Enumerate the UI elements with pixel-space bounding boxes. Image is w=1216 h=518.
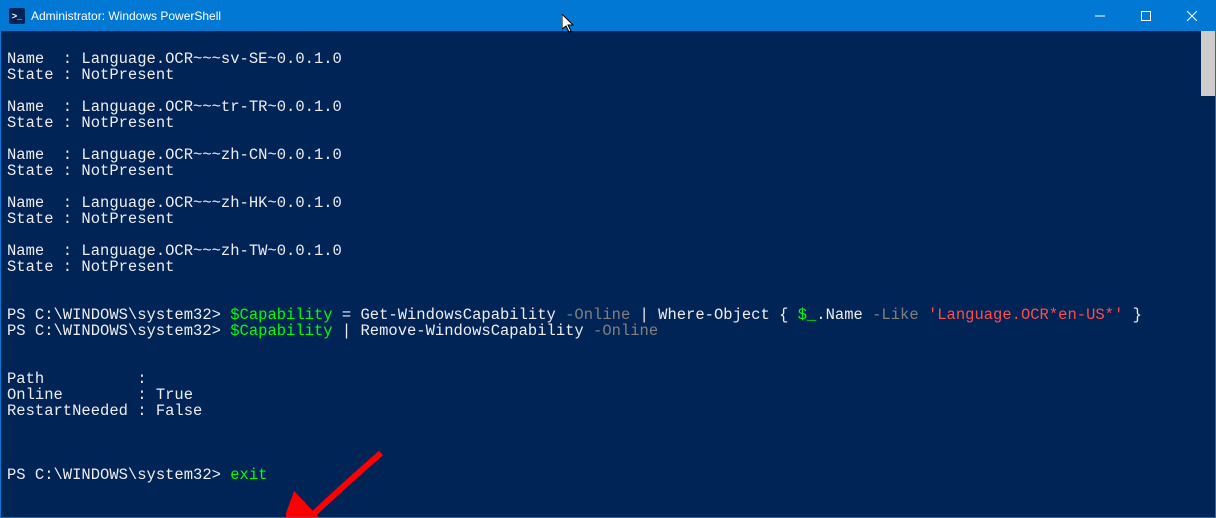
titlebar-left: >_ Administrator: Windows PowerShell [9,8,221,24]
titlebar[interactable]: >_ Administrator: Windows PowerShell [1,1,1215,31]
window-controls [1077,1,1215,31]
window-title: Administrator: Windows PowerShell [31,9,221,23]
powershell-window: >_ Administrator: Windows PowerShell Nam… [0,0,1216,518]
minimize-button[interactable] [1077,1,1123,31]
scrollbar-thumb[interactable] [1201,31,1215,96]
close-button[interactable] [1169,1,1215,31]
scrollbar[interactable] [1201,31,1215,517]
powershell-icon: >_ [9,8,25,24]
terminal-container: Name : Language.OCR~~~sv-SE~0.0.1.0State… [1,31,1215,517]
maximize-button[interactable] [1123,1,1169,31]
terminal-output[interactable]: Name : Language.OCR~~~sv-SE~0.0.1.0State… [1,31,1201,517]
